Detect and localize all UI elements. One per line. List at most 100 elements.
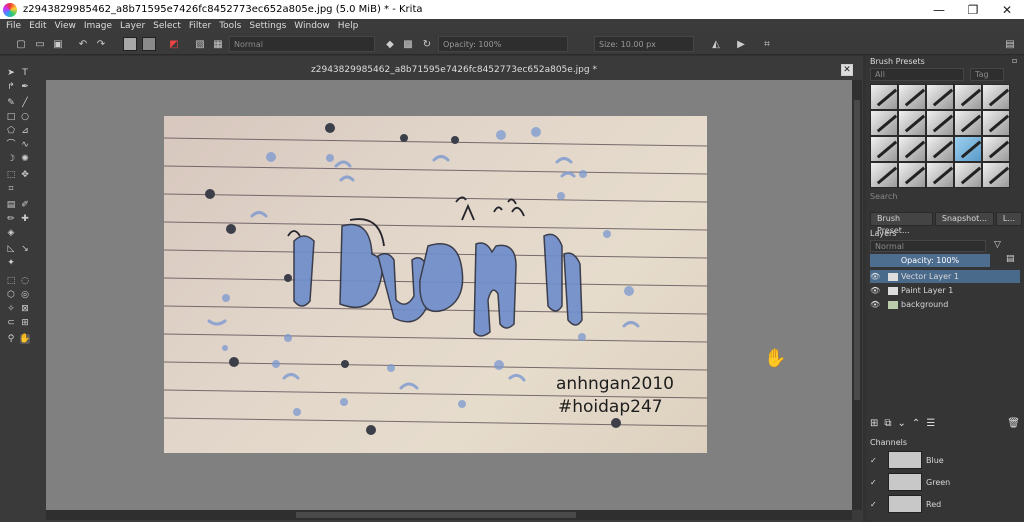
- transform-tool-icon[interactable]: ⬚: [6, 170, 16, 180]
- brush-preset-item[interactable]: [870, 84, 898, 110]
- open-document-icon[interactable]: ▭: [33, 37, 47, 51]
- crop-tool-icon[interactable]: ⌗: [6, 184, 16, 194]
- gradient-tool-icon[interactable]: ▤: [6, 200, 16, 210]
- measure-tool-icon[interactable]: ↘: [20, 244, 30, 254]
- foreground-color-swatch[interactable]: [123, 37, 137, 51]
- background-color-swatch[interactable]: [142, 37, 156, 51]
- assistant-tool-icon[interactable]: ◺: [6, 244, 16, 254]
- size-slider[interactable]: Size: 10.00 px: [594, 36, 694, 52]
- polyline-tool-icon[interactable]: ⊿: [20, 126, 30, 136]
- menu-help[interactable]: Help: [338, 21, 359, 31]
- new-document-icon[interactable]: ▢: [14, 37, 28, 51]
- menu-settings[interactable]: Settings: [249, 21, 286, 31]
- polygonal-selection-icon[interactable]: ⬡: [6, 290, 16, 300]
- menu-tools[interactable]: Tools: [219, 21, 241, 31]
- save-document-icon[interactable]: ▣: [51, 37, 65, 51]
- preserve-alpha-icon[interactable]: ▩: [401, 37, 415, 51]
- redo-icon[interactable]: ↷: [94, 37, 108, 51]
- mirror-vertical-icon[interactable]: ▶: [734, 37, 748, 51]
- edit-shapes-icon[interactable]: ↱: [6, 82, 16, 92]
- brush-preset-item[interactable]: [954, 84, 982, 110]
- panel-float-icon[interactable]: ▫: [1012, 56, 1022, 66]
- close-window-button[interactable]: ✕: [990, 0, 1024, 19]
- toolbar-settings-icon[interactable]: ▤: [1003, 37, 1017, 51]
- swap-colors-icon[interactable]: ◩: [167, 37, 181, 51]
- brush-preset-item[interactable]: [898, 136, 926, 162]
- menu-image[interactable]: Image: [84, 21, 112, 31]
- freehand-selection-icon[interactable]: ◎: [20, 290, 30, 300]
- close-document-button[interactable]: ✕: [841, 64, 853, 76]
- dynamic-brush-icon[interactable]: ☽: [6, 154, 16, 164]
- preset-search-input[interactable]: Search: [870, 192, 897, 201]
- mirror-horizontal-icon[interactable]: ◭: [709, 37, 723, 51]
- smart-patch-icon[interactable]: ✚: [20, 214, 30, 224]
- eraser-mode-icon[interactable]: ◆: [383, 37, 397, 51]
- layer-visibility-icon[interactable]: 👁: [870, 300, 880, 309]
- channel-checkbox[interactable]: ✓: [870, 500, 880, 509]
- menu-window[interactable]: Window: [294, 21, 330, 31]
- document-tab[interactable]: z2943829985462_a8b71595e7426fc8452773ec6…: [45, 60, 863, 80]
- reload-preset-icon[interactable]: ↻: [420, 37, 434, 51]
- channel-checkbox[interactable]: ✓: [870, 456, 880, 465]
- channel-row-green[interactable]: ✓ Green: [870, 472, 1020, 492]
- select-shapes-icon[interactable]: ➤: [6, 68, 16, 78]
- add-layer-icon[interactable]: ⊞: [870, 418, 878, 432]
- move-layer-down-icon[interactable]: ⌄: [898, 418, 906, 432]
- brush-preset-item[interactable]: [954, 162, 982, 188]
- brush-preset-item[interactable]: [870, 162, 898, 188]
- vertical-scrollbar[interactable]: [852, 80, 862, 510]
- color-sampler-icon[interactable]: ✐: [20, 200, 30, 210]
- brush-preset-item[interactable]: [982, 110, 1010, 136]
- canvas[interactable]: anhngan2010 #hoidap247 ✋: [46, 80, 852, 510]
- line-tool-icon[interactable]: ╱: [20, 98, 30, 108]
- freehand-path-icon[interactable]: ∿: [20, 140, 30, 150]
- brush-preset-item[interactable]: [898, 162, 926, 188]
- colorize-mask-icon[interactable]: ✏: [6, 214, 16, 224]
- preset-tag-select[interactable]: Tag: [970, 68, 1004, 81]
- similar-selection-icon[interactable]: ⊠: [20, 304, 30, 314]
- menu-file[interactable]: File: [6, 21, 21, 31]
- freehand-brush-icon[interactable]: ✎: [6, 98, 16, 108]
- vertical-scrollbar-thumb[interactable]: [854, 100, 860, 400]
- brush-preset-item[interactable]: [926, 136, 954, 162]
- delete-layer-icon[interactable]: 🗑: [1007, 418, 1020, 432]
- reference-images-icon[interactable]: ✦: [6, 258, 16, 268]
- magnetic-selection-icon[interactable]: ⊞: [20, 318, 30, 328]
- layer-row-background[interactable]: 👁 background: [870, 298, 1020, 311]
- menu-filter[interactable]: Filter: [189, 21, 211, 31]
- multibrush-icon[interactable]: ✺: [20, 154, 30, 164]
- tab-snapshot[interactable]: Snapshot...: [934, 212, 994, 226]
- horizontal-scrollbar-thumb[interactable]: [296, 512, 576, 518]
- polygon-tool-icon[interactable]: ⬠: [6, 126, 16, 136]
- layer-row-paint-layer-1[interactable]: 👁 Paint Layer 1: [870, 284, 1020, 297]
- undo-icon[interactable]: ↶: [76, 37, 90, 51]
- tab-layers[interactable]: L...: [995, 212, 1022, 226]
- brush-preset-item[interactable]: [982, 136, 1010, 162]
- brush-preset-chooser-icon[interactable]: ▦: [211, 37, 225, 51]
- zoom-tool-icon[interactable]: ⚲: [6, 334, 16, 344]
- layer-row-vector-layer-1[interactable]: 👁 Vector Layer 1: [870, 270, 1020, 283]
- wrap-around-icon[interactable]: ⌗: [760, 37, 774, 51]
- text-tool-icon[interactable]: T: [20, 68, 30, 78]
- menu-edit[interactable]: Edit: [29, 21, 46, 31]
- blend-mode-select[interactable]: Normal: [229, 36, 375, 52]
- brush-preset-item[interactable]: [926, 110, 954, 136]
- channel-checkbox[interactable]: ✓: [870, 478, 880, 487]
- brush-preset-item[interactable]: [870, 110, 898, 136]
- brush-preset-item-selected[interactable]: [954, 136, 982, 162]
- layer-menu-icon[interactable]: ☰: [926, 418, 935, 432]
- pattern-icon[interactable]: ▧: [193, 37, 207, 51]
- layer-opacity-slider[interactable]: Opacity: 100%: [870, 254, 990, 267]
- menu-layer[interactable]: Layer: [120, 21, 145, 31]
- elliptical-selection-icon[interactable]: ◌: [20, 276, 30, 286]
- fill-tool-icon[interactable]: ◈: [6, 228, 16, 238]
- brush-preset-item[interactable]: [898, 110, 926, 136]
- layer-blend-mode-select[interactable]: Normal: [870, 240, 986, 252]
- move-layer-up-icon[interactable]: ⌃: [912, 418, 920, 432]
- duplicate-layer-icon[interactable]: ⧉: [884, 418, 891, 432]
- ellipse-tool-icon[interactable]: ○: [20, 112, 30, 122]
- calligraphy-icon[interactable]: ✒: [20, 82, 30, 92]
- rectangle-tool-icon[interactable]: □: [6, 112, 16, 122]
- menu-select[interactable]: Select: [153, 21, 181, 31]
- move-tool-icon[interactable]: ✥: [20, 170, 30, 180]
